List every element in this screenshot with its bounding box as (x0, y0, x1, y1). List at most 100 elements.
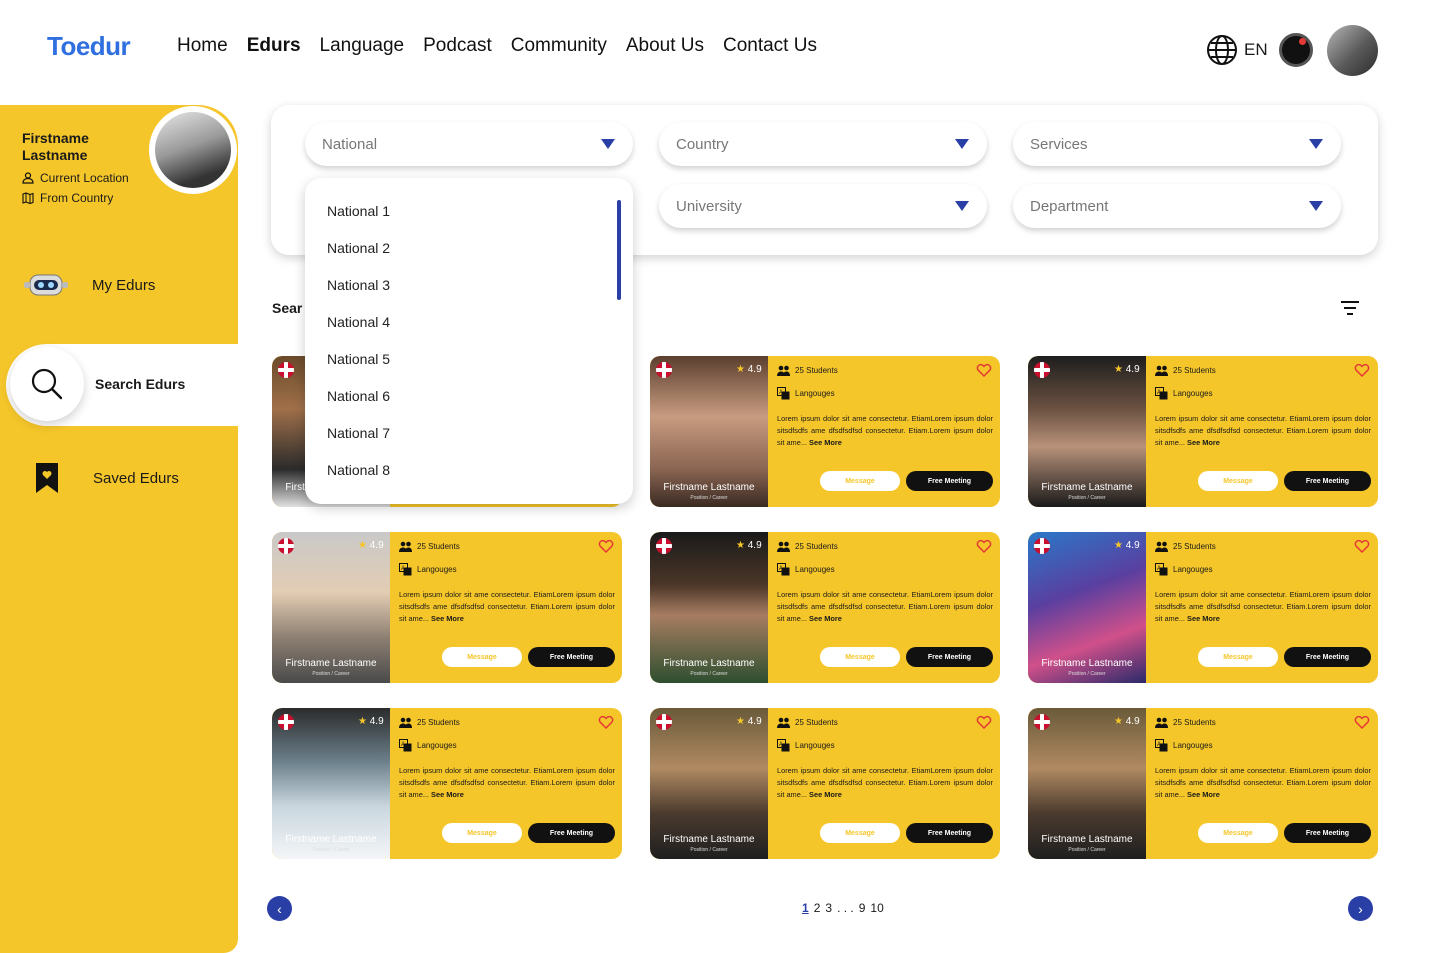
message-button[interactable]: Message (442, 823, 522, 843)
people-icon (399, 541, 412, 552)
dropdown-scrollbar[interactable] (617, 200, 621, 300)
national-option[interactable]: National 8 (327, 462, 390, 478)
national-option[interactable]: National 1 (327, 203, 390, 219)
free-meeting-button[interactable]: Free Meeting (906, 647, 993, 667)
nav-contact-us[interactable]: Contact Us (723, 35, 817, 57)
nav-podcast[interactable]: Podcast (423, 35, 492, 57)
page-number[interactable]: 10 (870, 901, 883, 915)
heart-icon[interactable] (1354, 538, 1370, 554)
page-number[interactable]: 1 (802, 901, 809, 915)
country-select[interactable]: Country (659, 122, 987, 166)
edur-description: Lorem ipsum dolor sit ame consectetur. E… (399, 590, 615, 623)
edur-card[interactable]: ★ 4.9 Firstname Lastname Position / Career… (1028, 708, 1378, 859)
free-meeting-button[interactable]: Free Meeting (1284, 823, 1371, 843)
nav-home[interactable]: Home (177, 35, 228, 57)
dropdown-arrow-icon (1309, 201, 1323, 211)
message-button[interactable]: Message (1198, 823, 1278, 843)
message-button[interactable]: Message (820, 647, 900, 667)
message-button[interactable]: Message (820, 823, 900, 843)
edur-card[interactable]: ★ 4.9 Firstname Lastname Position / Career… (1028, 532, 1378, 683)
free-meeting-button[interactable]: Free Meeting (906, 823, 993, 843)
edur-card[interactable]: ★ 4.9 Firstname Lastname Position / Career… (650, 708, 1000, 859)
heart-icon[interactable] (976, 538, 992, 554)
students-count: 25 Students (399, 541, 460, 552)
profile-country-text: From Country (40, 191, 114, 205)
user-avatar[interactable] (1327, 25, 1378, 76)
edur-card[interactable]: ★ 4.9 Firstname Lastname Position / Career… (650, 532, 1000, 683)
national-option[interactable]: National 2 (327, 240, 390, 256)
message-button[interactable]: Message (1198, 471, 1278, 491)
free-meeting-button[interactable]: Free Meeting (528, 823, 615, 843)
students-count: 25 Students (1155, 541, 1216, 552)
rating: ★ 4.9 (736, 540, 762, 551)
prev-page-button[interactable]: ‹ (267, 896, 292, 921)
national-option[interactable]: National 3 (327, 277, 390, 293)
department-select[interactable]: Department (1013, 184, 1341, 228)
services-select[interactable]: Services (1013, 122, 1341, 166)
profile-avatar[interactable] (149, 106, 237, 194)
edur-description: Lorem ipsum dolor sit ame consectetur. E… (777, 414, 993, 447)
sidebar-item-my-edurs[interactable]: My Edurs (22, 271, 155, 299)
nav-language[interactable]: Language (320, 35, 405, 57)
edur-card[interactable]: ★ 4.9 Firstname Lastname Position / Career… (1028, 356, 1378, 507)
notification-icon[interactable] (1279, 33, 1313, 67)
see-more-link[interactable]: See More (431, 790, 464, 799)
profile-name: Firstname Lastname (22, 130, 89, 163)
translate-icon: A (1155, 563, 1168, 576)
next-page-button[interactable]: › (1348, 896, 1373, 921)
globe-icon[interactable] (1206, 34, 1238, 66)
see-more-link[interactable]: See More (809, 790, 842, 799)
heart-icon[interactable] (976, 714, 992, 730)
free-meeting-button[interactable]: Free Meeting (1284, 471, 1371, 491)
languages: ALangouges (777, 739, 835, 752)
svg-text:A: A (779, 390, 783, 396)
profile-location: Current Location (22, 171, 129, 185)
nav-community[interactable]: Community (511, 35, 607, 57)
heart-icon[interactable] (1354, 362, 1370, 378)
svg-text:A: A (1157, 390, 1161, 396)
message-button[interactable]: Message (820, 471, 900, 491)
edur-card[interactable]: ★ 4.9 Firstname Lastname Position / Career… (272, 532, 622, 683)
languages: ALangouges (1155, 563, 1213, 576)
see-more-link[interactable]: See More (1187, 614, 1220, 623)
see-more-link[interactable]: See More (1187, 438, 1220, 447)
see-more-link[interactable]: See More (809, 614, 842, 623)
free-meeting-button[interactable]: Free Meeting (528, 647, 615, 667)
bookmark-heart-icon (36, 463, 58, 493)
heart-icon[interactable] (976, 362, 992, 378)
university-select[interactable]: University (659, 184, 987, 228)
edur-card[interactable]: ★ 4.9 Firstname Lastname Position / Career… (650, 356, 1000, 507)
page-number[interactable]: 9 (859, 901, 866, 915)
page-number[interactable]: 2 (814, 901, 821, 915)
language-selector[interactable]: EN (1244, 40, 1268, 60)
rating: ★ 4.9 (358, 540, 384, 551)
heart-icon[interactable] (1354, 714, 1370, 730)
national-option[interactable]: National 7 (327, 425, 390, 441)
see-more-link[interactable]: See More (1187, 790, 1220, 799)
students-count: 25 Students (777, 365, 838, 376)
people-icon (777, 365, 790, 376)
message-button[interactable]: Message (1198, 647, 1278, 667)
see-more-link[interactable]: See More (431, 614, 464, 623)
free-meeting-button[interactable]: Free Meeting (906, 471, 993, 491)
sidebar-item-saved-edurs-label: Saved Edurs (93, 469, 179, 487)
national-option[interactable]: National 5 (327, 351, 390, 367)
national-select[interactable]: National (305, 122, 633, 166)
nav-edurs[interactable]: Edurs (247, 35, 301, 57)
edur-card[interactable]: ★ 4.9 Firstname Lastname Position / Career… (272, 708, 622, 859)
brand-logo[interactable]: Toedur (47, 31, 131, 62)
nav-about-us[interactable]: About Us (626, 35, 704, 57)
svg-text:A: A (1157, 566, 1161, 572)
heart-icon[interactable] (598, 714, 614, 730)
heart-icon[interactable] (598, 538, 614, 554)
filter-icon[interactable] (1340, 300, 1360, 316)
sidebar-item-saved-edurs[interactable]: Saved Edurs (35, 462, 179, 494)
national-option[interactable]: National 4 (327, 314, 390, 330)
message-button[interactable]: Message (442, 647, 522, 667)
dropdown-arrow-icon (955, 139, 969, 149)
page-number[interactable]: 3 (825, 901, 832, 915)
national-option[interactable]: National 6 (327, 388, 390, 404)
free-meeting-button[interactable]: Free Meeting (1284, 647, 1371, 667)
sidebar-item-my-edurs-label: My Edurs (92, 276, 156, 294)
see-more-link[interactable]: See More (809, 438, 842, 447)
